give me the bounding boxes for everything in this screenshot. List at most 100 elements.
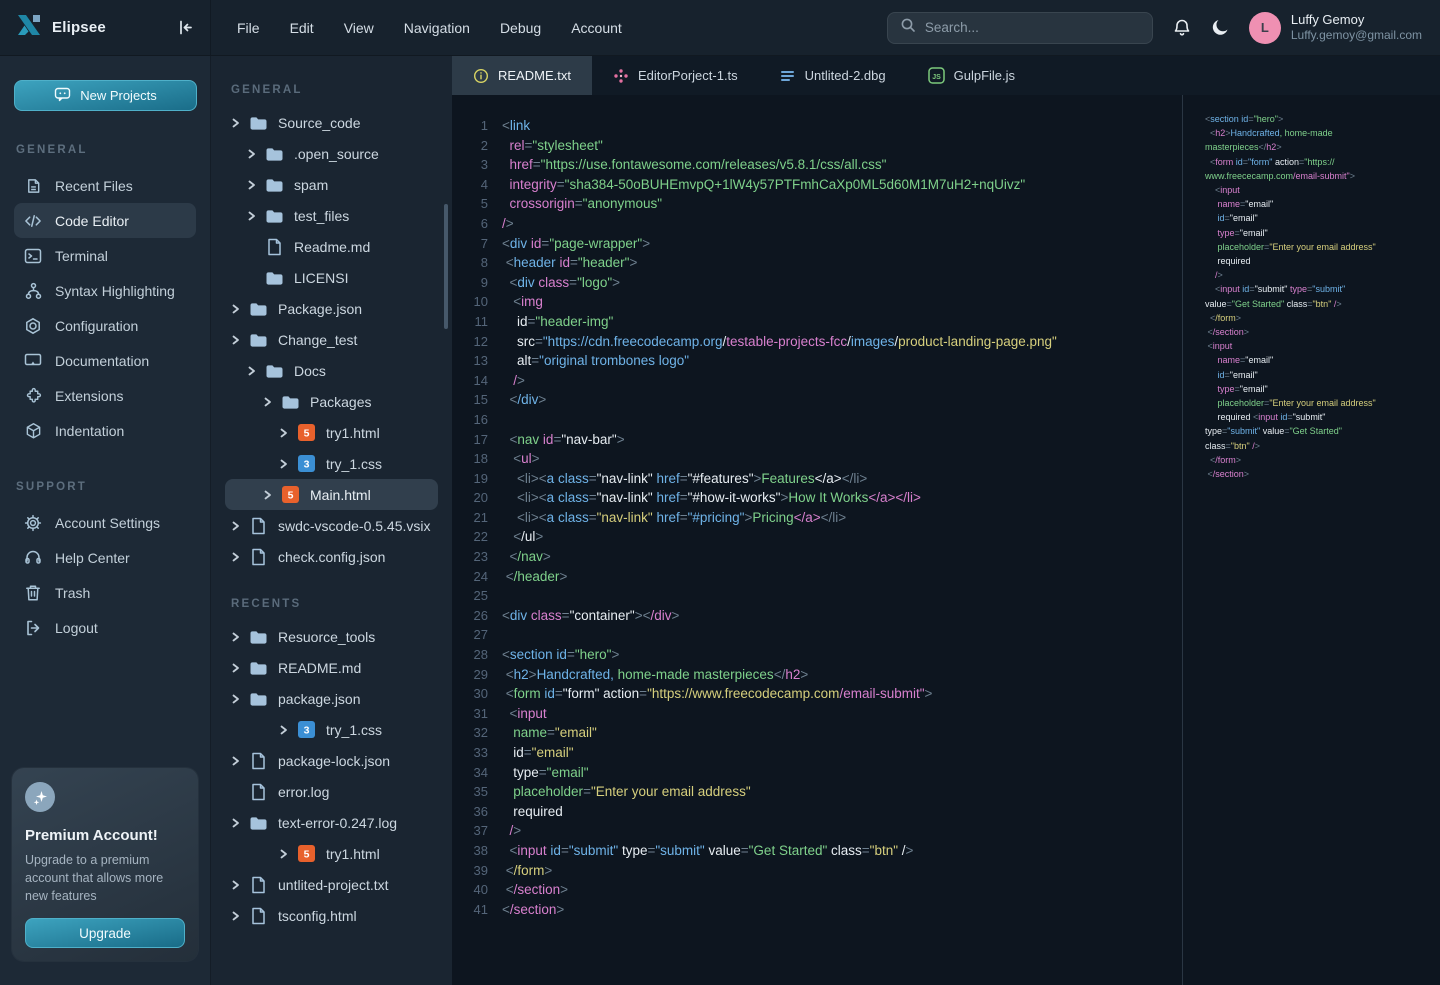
tab-readme-txt[interactable]: README.txt [452,56,592,95]
css3-icon: 3 [297,455,316,472]
tree-item-try1-html[interactable]: 5try1.html [225,417,438,448]
sidebar-item-label: Configuration [55,318,138,334]
menu-account[interactable]: Account [571,20,622,36]
line-number: 28 [452,645,488,665]
app-logo-icon [16,12,42,43]
tree-item-try-1-css[interactable]: 3try_1.css [225,714,438,745]
menu-file[interactable]: File [237,20,260,36]
sidebar-item-account-settings[interactable]: Account Settings [14,505,196,540]
line-number: 2 [452,136,488,156]
menu-navigation[interactable]: Navigation [404,20,470,36]
sidebar-item-configuration[interactable]: Configuration [14,308,196,343]
file-icon [249,783,268,801]
configuration-icon [24,317,42,335]
code-line-content: </header> [502,567,567,587]
code-line-content: <h2>Handcrafted, home-made masterpieces<… [502,665,808,685]
tree-item-untlited-project-txt[interactable]: untlited-project.txt [225,869,438,900]
code-line: 1<link [452,116,1182,136]
menu-edit[interactable]: Edit [290,20,314,36]
line-number: 17 [452,430,488,450]
sidebar-item-recent-files[interactable]: Recent Files [14,168,196,203]
tree-item-test-files[interactable]: test_files [225,200,438,231]
sidebar-item-code-editor[interactable]: Code Editor [14,203,196,238]
explorer-scrollbar[interactable] [444,204,448,329]
theme-toggle-moon-icon[interactable] [1211,18,1230,37]
sidebar-item-trash[interactable]: Trash [14,575,196,610]
menu-view[interactable]: View [344,20,374,36]
tab-label: README.txt [498,68,571,83]
chevron-right-icon [279,849,289,859]
upgrade-button[interactable]: Upgrade [25,918,185,948]
folder-icon [281,394,300,410]
account-settings-icon [24,514,42,532]
sidebar-item-label: Trash [55,585,90,601]
file-icon [249,876,268,894]
tab-label: EditorPorject-1.ts [638,68,738,83]
line-number: 25 [452,586,488,606]
tab-editorporject-1-ts[interactable]: EditorPorject-1.ts [592,56,759,95]
tree-item-swdc-vscode-0-5-45-vsix[interactable]: swdc-vscode-0.5.45.vsix [225,510,438,541]
tree-item-text-error-0-247-log[interactable]: text-error-0.247.log [225,807,438,838]
tree-item-try1-html[interactable]: 5try1.html [225,838,438,869]
minimap-line: </form> [1205,453,1434,467]
search-input[interactable] [925,20,1140,35]
notifications-bell-icon[interactable] [1172,18,1192,38]
tab-gulpfile-js[interactable]: JSGulpFile.js [907,56,1036,95]
tree-item-check-config-json[interactable]: check.config.json [225,541,438,572]
tree-item-package-lock-json[interactable]: package-lock.json [225,745,438,776]
tree-item-source-code[interactable]: Source_code [225,107,438,138]
tree-item-open-source[interactable]: .open_source [225,138,438,169]
code-line: 14 /> [452,371,1182,391]
user-profile[interactable]: L Luffy Gemoy Luffy.gemoy@gmail.com [1249,12,1422,44]
code-editor[interactable]: 1<link2 rel="stylesheet"3 href="https://… [452,95,1182,985]
code-line-content: crossorigin="anonymous" [502,194,662,214]
sidebar-item-documentation[interactable]: Documentation [14,343,196,378]
tree-item-packages[interactable]: Packages [225,386,438,417]
tree-item-main-html[interactable]: 5Main.html [225,479,438,510]
file-icon [249,752,268,770]
code-line-content: src="https://cdn.freecodecamp.org/testab… [502,332,1057,352]
tree-item-docs[interactable]: Docs [225,355,438,386]
tree-item-change-test[interactable]: Change_test [225,324,438,355]
sidebar-item-help-center[interactable]: Help Center [14,540,196,575]
minimap[interactable]: <section id="hero"> <h2>Handcrafted, hom… [1182,95,1440,985]
code-line: 13 alt="original trombones logo" [452,351,1182,371]
tree-item-readme-md[interactable]: README.md [225,652,438,683]
tree-item-tsconfig-html[interactable]: tsconfig.html [225,900,438,931]
sidebar-item-indentation[interactable]: Indentation [14,413,196,448]
sidebar-item-extensions[interactable]: Extensions [14,378,196,413]
tab-label: Untlited-2.dbg [805,68,886,83]
sidebar-item-logout[interactable]: Logout [14,610,196,645]
menu-debug[interactable]: Debug [500,20,541,36]
tree-item-licensi[interactable]: LICENSI [225,262,438,293]
code-line: 9 <div class="logo"> [452,273,1182,293]
tree-item-label: Readme.md [294,239,370,255]
avatar[interactable]: L [1249,12,1281,44]
tab-untlited-2-dbg[interactable]: Untlited-2.dbg [759,56,907,95]
tree-item-error-log[interactable]: error.log [225,776,438,807]
tree-item-label: Source_code [278,115,361,131]
code-line-content: /> [502,371,525,391]
collapse-sidebar-icon[interactable] [175,18,194,37]
code-line: 36 required [452,802,1182,822]
code-line-content: </nav> [502,547,551,567]
line-number: 19 [452,469,488,489]
tree-item-spam[interactable]: spam [225,169,438,200]
minimap-line: required [1205,254,1434,268]
search-box[interactable] [887,12,1153,44]
line-number: 9 [452,273,488,293]
tree-item-readme-md[interactable]: Readme.md [225,231,438,262]
logout-icon [24,620,42,636]
chevron-right-icon [231,632,241,642]
chevron-right-icon [231,911,241,921]
tree-item-package-json[interactable]: package.json [225,683,438,714]
sidebar-item-syntax-highlighting[interactable]: Syntax Highlighting [14,273,196,308]
tree-item-try-1-css[interactable]: 3try_1.css [225,448,438,479]
tree-item-resuorce-tools[interactable]: Resuorce_tools [225,621,438,652]
code-line: 30 <form id="form" action="https://www.f… [452,684,1182,704]
user-name: Luffy Gemoy [1291,12,1422,28]
tree-item-package-json[interactable]: Package.json [225,293,438,324]
new-projects-button[interactable]: New Projects [14,80,197,111]
folder-icon [249,301,268,317]
sidebar-item-terminal[interactable]: Terminal [14,238,196,273]
